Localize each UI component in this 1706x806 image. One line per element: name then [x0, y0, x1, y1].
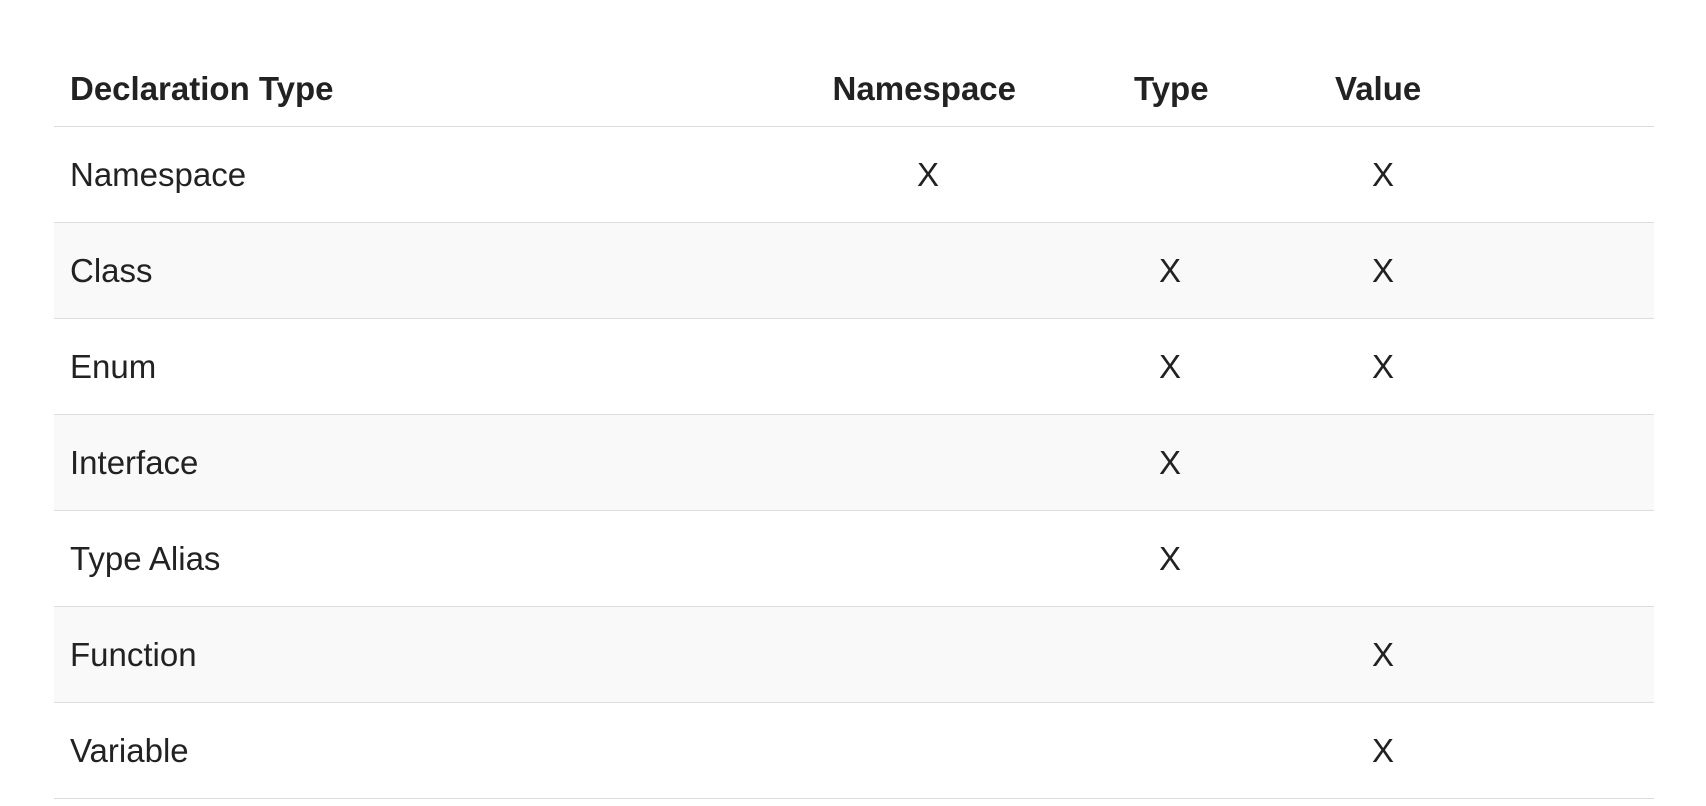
cell-namespace — [764, 318, 1064, 415]
table-row: Type Alias X — [54, 510, 1654, 607]
cell-value: X — [1294, 702, 1654, 799]
header-type: Type — [1064, 52, 1294, 127]
table-row: Enum X X — [54, 318, 1654, 415]
cell-type — [1064, 126, 1294, 223]
cell-type: X — [1064, 318, 1294, 415]
cell-namespace — [764, 702, 1064, 799]
cell-namespace — [764, 510, 1064, 607]
cell-value: X — [1294, 318, 1654, 415]
cell-declaration-type: Function — [54, 606, 764, 703]
table-row: Interface X — [54, 414, 1654, 511]
cell-declaration-type: Variable — [54, 702, 764, 799]
cell-value: X — [1294, 126, 1654, 223]
table-row: Class X X — [54, 222, 1654, 319]
cell-declaration-type: Type Alias — [54, 510, 764, 607]
table-body: Namespace X X Class X X Enum X X Interfa… — [54, 126, 1654, 799]
cell-declaration-type: Interface — [54, 414, 764, 511]
table-row: Function X — [54, 606, 1654, 703]
cell-type — [1064, 606, 1294, 703]
table-header: Declaration Type Namespace Type Value — [54, 52, 1654, 127]
header-value: Value — [1294, 52, 1654, 127]
header-namespace: Namespace — [764, 52, 1064, 127]
cell-value: X — [1294, 222, 1654, 319]
declaration-table: Declaration Type Namespace Type Value Na… — [54, 52, 1654, 799]
cell-value: X — [1294, 606, 1654, 703]
cell-declaration-type: Class — [54, 222, 764, 319]
cell-type: X — [1064, 414, 1294, 511]
cell-type: X — [1064, 222, 1294, 319]
table-row: Variable X — [54, 702, 1654, 799]
cell-declaration-type: Enum — [54, 318, 764, 415]
cell-type — [1064, 702, 1294, 799]
cell-namespace — [764, 414, 1064, 511]
cell-namespace: X — [764, 126, 1064, 223]
cell-type: X — [1064, 510, 1294, 607]
cell-value — [1294, 414, 1654, 511]
cell-value — [1294, 510, 1654, 607]
cell-declaration-type: Namespace — [54, 126, 764, 223]
cell-namespace — [764, 606, 1064, 703]
header-declaration-type: Declaration Type — [54, 52, 764, 127]
header-row: Declaration Type Namespace Type Value — [54, 52, 1654, 127]
cell-namespace — [764, 222, 1064, 319]
table-row: Namespace X X — [54, 126, 1654, 223]
declaration-table-container: Declaration Type Namespace Type Value Na… — [54, 52, 1654, 799]
